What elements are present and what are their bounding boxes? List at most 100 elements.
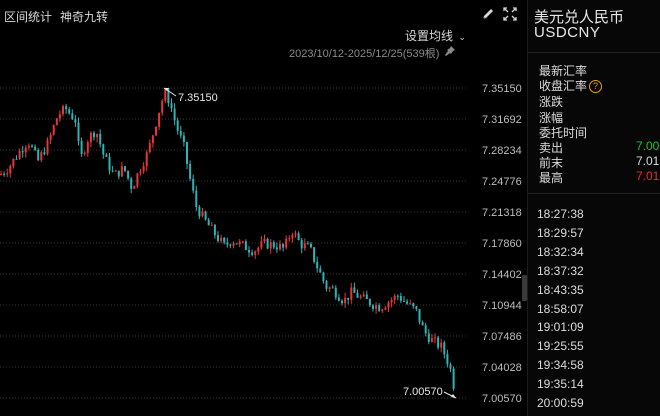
y-tick-label: 7.21318 (482, 207, 522, 219)
candle-body (114, 170, 117, 172)
candle-body (192, 178, 195, 191)
candle-body (155, 126, 157, 136)
candle-body (365, 294, 368, 300)
candle-body (260, 241, 263, 248)
y-tick-label: 7.10944 (482, 300, 522, 312)
candle-body (430, 338, 433, 342)
date-range-label: 2023/10/12-2025/12/25(539根) (289, 48, 440, 60)
candle-body (362, 294, 365, 297)
candle-body (244, 241, 247, 251)
trade-time-item: 19:34:58 (537, 358, 584, 373)
candle-body (334, 287, 337, 298)
candle-body (40, 152, 43, 161)
candle-body (207, 219, 210, 226)
trade-time-item: 18:29:57 (537, 225, 584, 240)
candle-body (303, 243, 306, 249)
change-label: 涨跌 (539, 95, 564, 109)
candle-body (139, 171, 142, 174)
candle-body (0, 173, 2, 175)
y-tick-label: 7.17860 (482, 238, 522, 250)
close-rate-row: 收盘汇率? (539, 77, 603, 94)
candle-body (263, 238, 266, 242)
set-average-label: 设置均线 (405, 29, 454, 43)
candle-body (77, 122, 80, 141)
sell-value: 7.00 (636, 139, 660, 153)
high-label: 最高 (539, 171, 564, 185)
candle-body (325, 281, 328, 289)
quote-panel: 美元兑人民币 USDCNY 最新汇率 收盘汇率? 涨跌 涨幅 委托时间 卖出 7… (527, 0, 660, 416)
range-stats-button[interactable]: 区间统计 (4, 8, 52, 25)
candle-body (350, 287, 353, 300)
candle-body (393, 295, 396, 300)
app-root: 7.35150 7.31692 7.28234 7.24776 7.21318 7.178… (0, 0, 660, 416)
magic-nine-button[interactable]: 神奇九转 (60, 8, 108, 25)
candle-body (341, 300, 343, 304)
candle-body (310, 243, 312, 248)
panel-divider (528, 52, 660, 53)
candle-body (43, 152, 46, 155)
prev-value: 7.01 (636, 154, 660, 168)
candle-body (269, 242, 272, 249)
instrument-code: USDCNY (534, 24, 601, 41)
candle-body (105, 154, 108, 157)
candle-body (148, 143, 151, 153)
candle-body (232, 243, 235, 246)
candle-body (71, 113, 74, 120)
candle-body (204, 211, 207, 220)
candle-body (353, 287, 356, 293)
trade-time-item: 18:58:07 (537, 301, 584, 316)
y-tick-label: 7.00570 (482, 393, 522, 405)
candle-body (198, 206, 201, 217)
trade-time-item: 18:37:32 (537, 263, 584, 278)
candle-body (31, 145, 33, 147)
candle-body (248, 250, 250, 253)
candle-body (440, 342, 443, 348)
candle-body (83, 153, 86, 155)
candle-body (201, 211, 204, 217)
candle-body (381, 309, 384, 312)
candle-body (74, 119, 77, 123)
candle-body (272, 242, 275, 248)
candle-body (220, 237, 223, 242)
candle-body (12, 158, 15, 166)
candle-body (282, 244, 285, 248)
candle-body (415, 306, 418, 310)
candle-body (182, 135, 185, 143)
candle-body (145, 152, 148, 167)
candle-body (195, 190, 198, 207)
candle-body (179, 130, 182, 136)
candle-body (251, 252, 254, 255)
candle-body (86, 142, 89, 154)
candle-body (213, 224, 216, 236)
candle-body (58, 114, 61, 119)
candle-body (403, 300, 405, 302)
help-icon[interactable]: ? (589, 80, 603, 93)
candle-body (15, 158, 18, 160)
candle-body (9, 165, 12, 174)
candle-body (300, 239, 303, 249)
draw-pen-icon[interactable] (480, 6, 496, 22)
y-tick-label: 7.07486 (482, 331, 522, 343)
candle-body (124, 166, 126, 171)
candle-body (34, 146, 37, 150)
candle-body (306, 243, 309, 245)
trade-time-item: 18:43:35 (537, 282, 584, 297)
candle-body (161, 100, 164, 113)
price-chart[interactable]: 7.35150 7.31692 7.28234 7.24776 7.21318 7.178… (0, 0, 527, 416)
y-tick-label: 7.24776 (482, 176, 522, 188)
candle-body (117, 170, 120, 177)
trade-time-item: 19:01:09 (537, 320, 584, 335)
candle-body (151, 135, 154, 144)
candle-body (412, 303, 415, 307)
trade-time-item: 18:32:34 (537, 244, 584, 259)
set-average-dropdown[interactable]: 设置均线 ⌄ (405, 27, 466, 44)
fullscreen-icon[interactable] (502, 6, 518, 22)
candle-body (68, 109, 71, 114)
candle-body (217, 235, 219, 242)
pin-icon[interactable] (444, 45, 456, 57)
panel-divider (528, 193, 660, 194)
candle-body (27, 145, 30, 148)
y-tick-label: 7.31692 (482, 114, 522, 126)
candle-body (313, 247, 316, 262)
candle-body (176, 120, 179, 131)
